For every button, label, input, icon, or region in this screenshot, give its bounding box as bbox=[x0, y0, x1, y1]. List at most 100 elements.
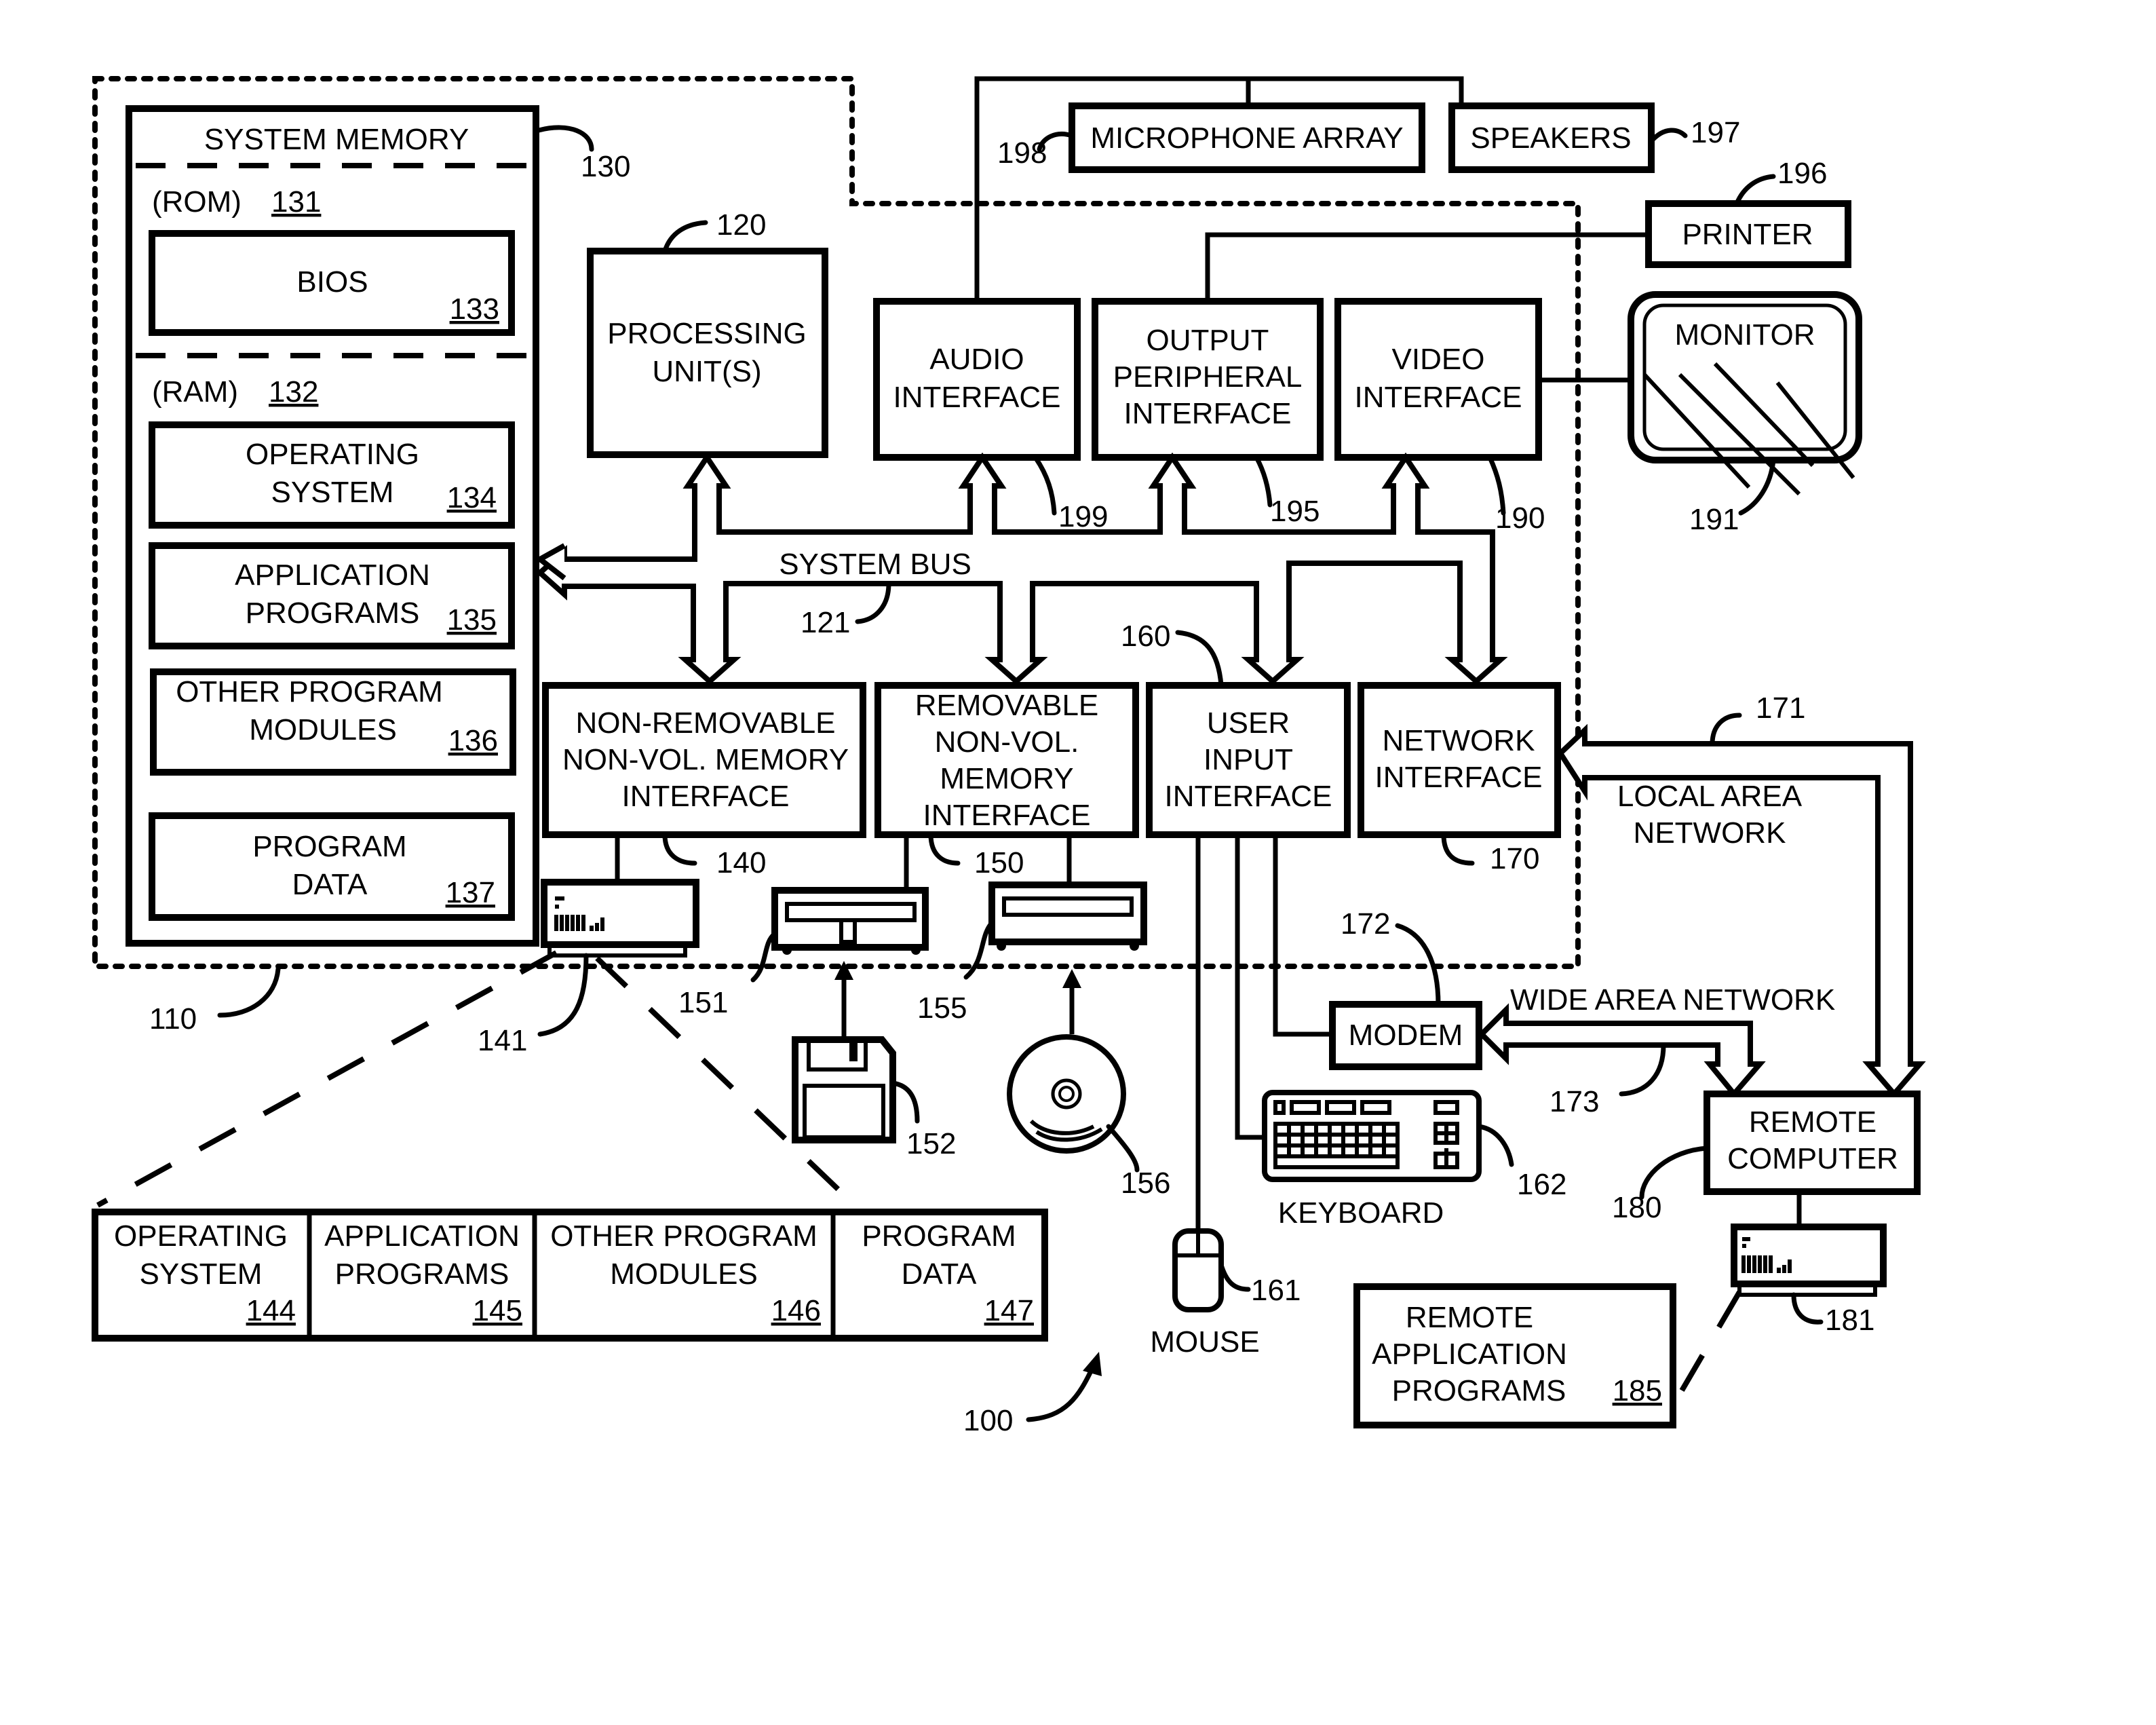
svg-text:INTERFACE: INTERFACE bbox=[1375, 761, 1543, 794]
svg-text:NON-REMOVABLE: NON-REMOVABLE bbox=[575, 706, 835, 740]
svg-text:PROGRAMS: PROGRAMS bbox=[1392, 1374, 1566, 1407]
ref-199: 199 bbox=[1058, 500, 1108, 533]
ref-171: 171 bbox=[1756, 691, 1805, 725]
printer-connection bbox=[1205, 232, 1649, 301]
ref-110: 110 bbox=[149, 1002, 197, 1036]
svg-text:INTERFACE: INTERFACE bbox=[622, 780, 790, 813]
svg-text:VIDEO: VIDEO bbox=[1392, 343, 1485, 376]
bios-box: BIOS 133 bbox=[149, 230, 515, 336]
svg-text:MODULES: MODULES bbox=[610, 1257, 758, 1291]
processing-unit: PROCESSING UNIT(S) 120 bbox=[587, 208, 828, 458]
ref-191: 191 bbox=[1689, 503, 1739, 536]
svg-text:REMOTE: REMOTE bbox=[1406, 1301, 1533, 1334]
svg-text:PRINTER: PRINTER bbox=[1682, 218, 1813, 251]
ref-152: 152 bbox=[906, 1127, 956, 1160]
ref-141: 141 bbox=[478, 1024, 527, 1057]
operating-system-box: OPERATING SYSTEM 134 bbox=[149, 421, 515, 529]
remote-computer: REMOTE COMPUTER 180 bbox=[1612, 1091, 1921, 1224]
non-removable-memory-interface: NON-REMOVABLE NON-VOL. MEMORY INTERFACE … bbox=[542, 682, 866, 879]
svg-text:135: 135 bbox=[447, 603, 497, 637]
svg-text:137: 137 bbox=[446, 876, 495, 909]
speakers: SPEAKERS 197 bbox=[1448, 102, 1740, 173]
svg-text:147: 147 bbox=[984, 1294, 1034, 1327]
system-memory-title: SYSTEM MEMORY bbox=[204, 123, 469, 156]
floppy-disk-icon: 152 bbox=[792, 1036, 956, 1160]
svg-text:REMOTE: REMOTE bbox=[1749, 1105, 1876, 1139]
svg-text:DATA: DATA bbox=[902, 1257, 977, 1291]
other-program-modules-box: OTHER PROGRAM MODULES 136 bbox=[150, 668, 516, 776]
svg-text:SYSTEM: SYSTEM bbox=[140, 1257, 263, 1291]
network-interface: NETWORK INTERFACE 170 bbox=[1358, 682, 1561, 875]
svg-text:NETWORK: NETWORK bbox=[1383, 724, 1535, 757]
output-peripheral-interface: OUTPUT PERIPHERAL INTERFACE 195 bbox=[1092, 298, 1324, 528]
ref-132: 132 bbox=[269, 375, 318, 409]
svg-text:SYSTEM: SYSTEM bbox=[271, 476, 394, 509]
modem-cable bbox=[1273, 835, 1332, 1037]
system-bus: SYSTEM BUS 121 bbox=[535, 452, 1508, 685]
disk-contents: OPERATING SYSTEM 144 APPLICATION PROGRAM… bbox=[92, 1209, 1048, 1342]
ref-156: 156 bbox=[1121, 1167, 1170, 1200]
svg-text:134: 134 bbox=[447, 481, 497, 514]
microphone-array: MICROPHONE ARRAY 198 bbox=[997, 102, 1425, 173]
svg-text:INTERFACE: INTERFACE bbox=[1124, 397, 1292, 430]
remote-application-programs: REMOTE APPLICATION PROGRAMS 185 bbox=[1353, 1283, 1676, 1428]
svg-text:AUDIO: AUDIO bbox=[929, 343, 1024, 376]
svg-text:OTHER PROGRAM: OTHER PROGRAM bbox=[176, 675, 443, 708]
svg-text:PROGRAMS: PROGRAMS bbox=[246, 596, 420, 630]
ref-150: 150 bbox=[974, 846, 1024, 879]
svg-text:INTERFACE: INTERFACE bbox=[923, 799, 1091, 832]
svg-text:NON-VOL. MEMORY: NON-VOL. MEMORY bbox=[562, 743, 849, 776]
svg-text:MONITOR: MONITOR bbox=[1675, 318, 1815, 352]
wan-label: WIDE AREA NETWORK bbox=[1510, 983, 1835, 1017]
ref-121: 121 bbox=[801, 606, 850, 639]
ref-151: 151 bbox=[678, 986, 728, 1019]
video-interface: VIDEO INTERFACE 190 bbox=[1334, 298, 1545, 535]
floppy-drive-icon: 151 bbox=[678, 887, 929, 1019]
svg-text:PROGRAM: PROGRAM bbox=[862, 1219, 1016, 1253]
lan-label-line1: LOCAL AREA bbox=[1617, 780, 1803, 813]
svg-text:BIOS: BIOS bbox=[296, 265, 368, 299]
svg-text:OUTPUT: OUTPUT bbox=[1147, 324, 1269, 357]
svg-text:INTERFACE: INTERFACE bbox=[893, 381, 1061, 414]
ref-197: 197 bbox=[1691, 116, 1740, 149]
ref-195: 195 bbox=[1270, 495, 1320, 528]
keyboard-label: KEYBOARD bbox=[1278, 1196, 1444, 1230]
svg-text:SPEAKERS: SPEAKERS bbox=[1470, 121, 1631, 155]
system-bus-label: SYSTEM BUS bbox=[779, 548, 971, 581]
svg-text:MODULES: MODULES bbox=[249, 713, 397, 746]
svg-text:OTHER PROGRAM: OTHER PROGRAM bbox=[550, 1219, 817, 1253]
svg-text:APPLICATION: APPLICATION bbox=[324, 1219, 520, 1253]
mouse-label: MOUSE bbox=[1150, 1325, 1259, 1359]
keyboard-icon: 162 KEYBOARD bbox=[1262, 1090, 1566, 1230]
modem: MODEM 172 bbox=[1329, 907, 1482, 1070]
svg-text:144: 144 bbox=[246, 1294, 296, 1327]
svg-text:NON-VOL.: NON-VOL. bbox=[935, 725, 1079, 759]
svg-text:UNIT(S): UNIT(S) bbox=[652, 355, 761, 388]
ref-155: 155 bbox=[917, 991, 967, 1025]
svg-text:APPLICATION: APPLICATION bbox=[1372, 1338, 1567, 1371]
ref-161: 161 bbox=[1251, 1274, 1301, 1307]
svg-text:145: 145 bbox=[473, 1294, 522, 1327]
ref-160: 160 bbox=[1121, 620, 1170, 653]
ref-120: 120 bbox=[716, 208, 766, 242]
ref-172: 172 bbox=[1341, 907, 1390, 941]
svg-text:OPERATING: OPERATING bbox=[114, 1219, 288, 1253]
ref-130: 130 bbox=[581, 150, 630, 183]
ref-162: 162 bbox=[1517, 1168, 1566, 1201]
svg-text:APPLICATION: APPLICATION bbox=[235, 558, 430, 592]
remote-apps-projection bbox=[1672, 1290, 1742, 1405]
program-data-box: PROGRAM DATA 137 bbox=[149, 812, 515, 921]
svg-text:OPERATING: OPERATING bbox=[246, 438, 419, 471]
printer: PRINTER 196 bbox=[1645, 157, 1851, 268]
ref-131: 131 bbox=[271, 185, 321, 219]
svg-text:USER: USER bbox=[1207, 706, 1290, 740]
computer-system-diagram: 110 SYSTEM MEMORY 130 (ROM) 131 BIOS 133… bbox=[92, 76, 1926, 1437]
svg-text:PERIPHERAL: PERIPHERAL bbox=[1113, 360, 1303, 394]
ref-181: 181 bbox=[1825, 1304, 1874, 1337]
figure-ref: 100 bbox=[963, 1352, 1102, 1437]
ref-198: 198 bbox=[997, 136, 1047, 170]
svg-text:133: 133 bbox=[450, 292, 499, 326]
user-input-interface: USER INPUT INTERFACE 160 bbox=[1121, 620, 1351, 838]
ref-100: 100 bbox=[963, 1404, 1013, 1437]
leader-110 bbox=[217, 966, 281, 1018]
